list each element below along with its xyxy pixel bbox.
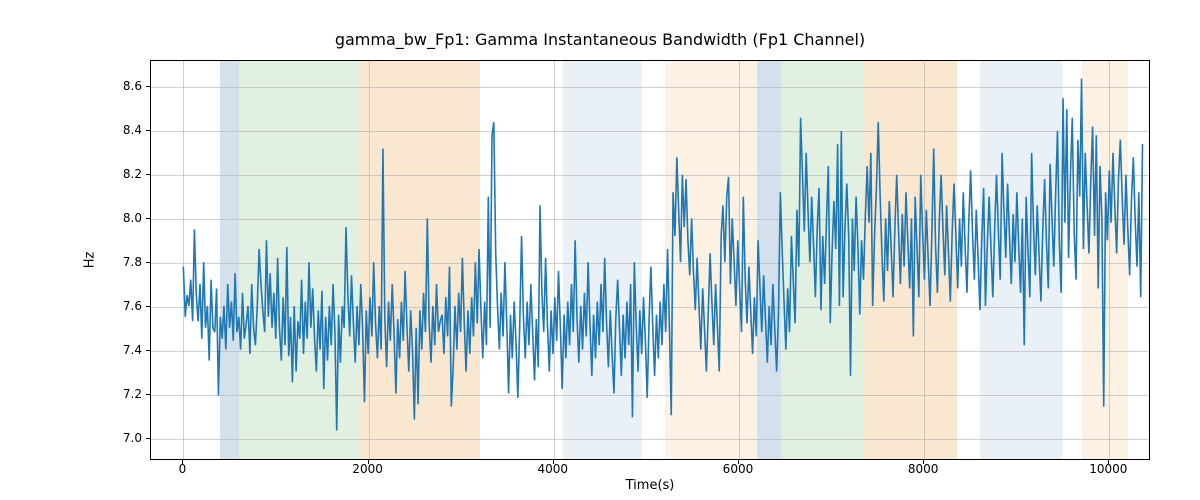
y-tickmark [146,350,150,351]
x-tick-label: 10000 [1089,462,1127,476]
x-tickmark [923,460,924,464]
y-tick-label: 8.6 [123,79,142,93]
x-axis-label: Time(s) [626,478,675,493]
y-tickmark [146,394,150,395]
y-tickmark [146,86,150,87]
x-tick-label: 6000 [723,462,754,476]
x-tickmark [1108,460,1109,464]
x-tickmark [738,460,739,464]
figure: gamma_bw_Fp1: Gamma Instantaneous Bandwi… [0,0,1200,500]
y-tick-label: 7.2 [123,387,142,401]
y-tickmark [146,438,150,439]
line-plot [151,61,1149,459]
y-tick-label: 8.0 [123,211,142,225]
series-line [183,79,1142,431]
chart-axes [150,60,1150,460]
y-tick-label: 7.6 [123,299,142,313]
y-tickmark [146,130,150,131]
y-tick-label: 8.4 [123,123,142,137]
y-tickmark [146,174,150,175]
y-tickmark [146,218,150,219]
y-tick-label: 7.8 [123,255,142,269]
x-tick-label: 4000 [537,462,568,476]
x-tickmark [553,460,554,464]
x-tickmark [368,460,369,464]
y-tick-label: 7.4 [123,343,142,357]
y-tick-label: 8.2 [123,167,142,181]
y-axis-label: Hz [83,252,98,269]
x-tickmark [182,460,183,464]
y-tick-label: 7.0 [123,431,142,445]
x-tick-label: 2000 [352,462,383,476]
y-tickmark [146,262,150,263]
x-tick-label: 8000 [908,462,939,476]
chart-title: gamma_bw_Fp1: Gamma Instantaneous Bandwi… [0,30,1200,49]
y-tickmark [146,306,150,307]
x-tick-label: 0 [179,462,187,476]
